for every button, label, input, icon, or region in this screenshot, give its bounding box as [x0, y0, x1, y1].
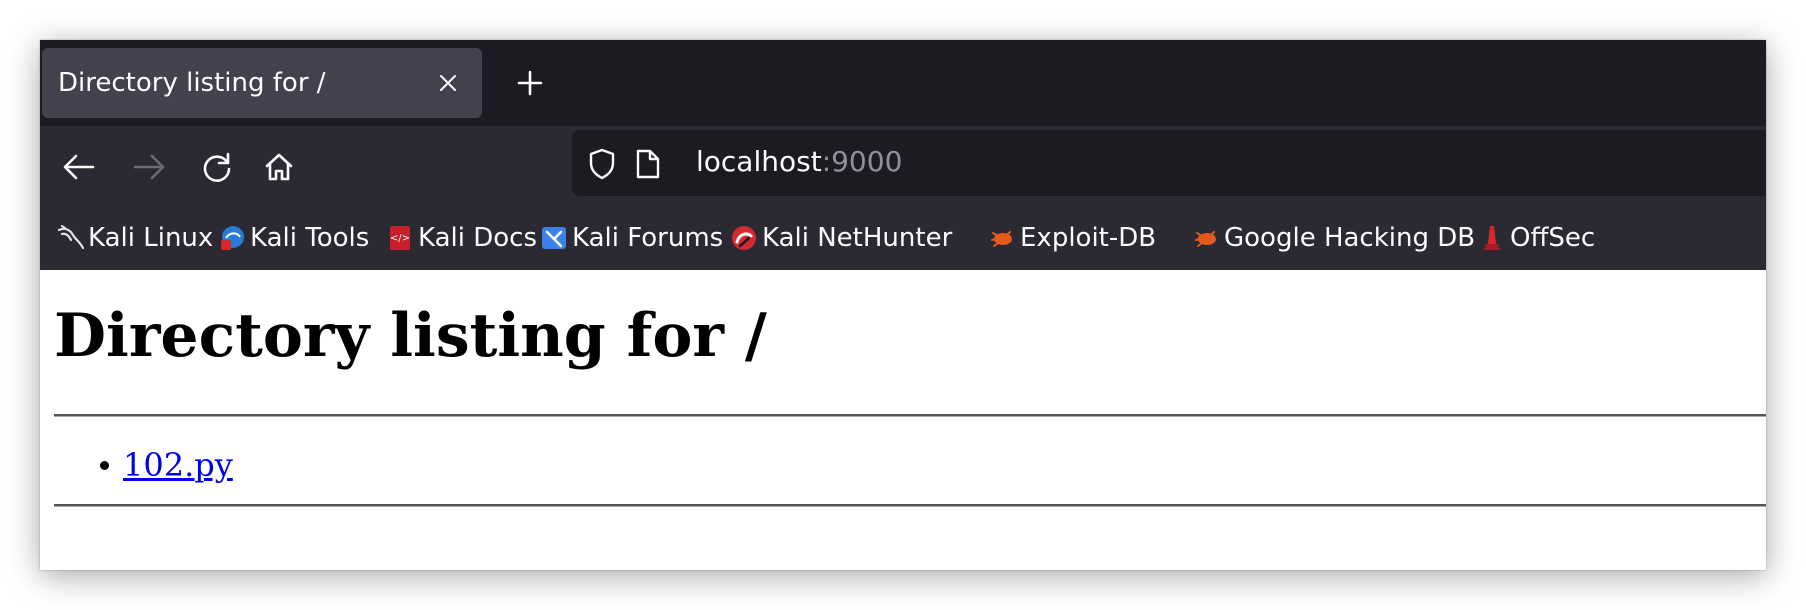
bookmark-google-hacking-db[interactable]: Google Hacking DB [1192, 220, 1475, 256]
bookmark-label: Exploit-DB [1020, 223, 1157, 253]
page-icon[interactable] [630, 146, 666, 182]
tab-strip: Directory listing for / [40, 40, 1766, 126]
bookmark-offsec[interactable]: OffSec [1478, 220, 1595, 256]
bookmark-kali-forums[interactable]: Kali Forums [540, 220, 723, 256]
bookmark-label: Kali Linux [88, 223, 214, 253]
ghdb-icon [1192, 224, 1220, 252]
file-list: 102.py [100, 446, 233, 484]
file-link[interactable]: 102.py [123, 446, 233, 484]
offsec-icon [1478, 224, 1506, 252]
exploit-db-icon [988, 224, 1016, 252]
navigation-toolbar: localhost:9000 [40, 126, 1766, 206]
arrow-left-icon [63, 154, 95, 180]
home-icon [265, 153, 293, 181]
bottom-divider [54, 504, 1766, 507]
url-text[interactable]: localhost:9000 [696, 145, 902, 178]
bookmark-kali-tools[interactable]: Kali Tools [218, 220, 369, 256]
browser-window: Directory listing for / localhost:9000 K… [40, 40, 1766, 570]
address-bar[interactable]: localhost:9000 [572, 130, 1766, 196]
page-content: Directory listing for / 102.py [40, 270, 1766, 570]
bookmark-label: Kali Docs [418, 223, 538, 253]
kali-docs-icon: </> [386, 224, 414, 252]
tab-title: Directory listing for / [58, 68, 326, 98]
bookmark-label: Kali Forums [572, 223, 724, 253]
bookmark-label: Google Hacking DB [1224, 223, 1476, 253]
top-divider [54, 414, 1766, 417]
bookmark-label: Kali Tools [250, 223, 370, 253]
reload-icon [203, 152, 231, 182]
forward-button[interactable] [126, 144, 172, 190]
bookmark-kali-nethunter[interactable]: Kali NetHunter [730, 220, 952, 256]
kali-nethunter-icon [730, 224, 758, 252]
bullet-icon [100, 460, 109, 470]
bookmark-label: OffSec [1510, 223, 1596, 253]
shield-icon[interactable] [584, 146, 620, 182]
list-item: 102.py [100, 446, 233, 484]
bookmarks-toolbar: Kali Linux Kali Tools </> Kali Docs Kali… [40, 206, 1766, 270]
bookmark-exploit-db[interactable]: Exploit-DB [988, 220, 1156, 256]
bookmark-label: Kali NetHunter [762, 223, 953, 253]
svg-text:</>: </> [390, 233, 410, 244]
url-host: localhost [696, 145, 822, 178]
bookmark-kali-linux[interactable]: Kali Linux [56, 220, 213, 256]
kali-dragon-icon [56, 224, 84, 252]
kali-tools-icon [218, 224, 246, 252]
home-button[interactable] [256, 144, 302, 190]
back-button[interactable] [56, 144, 102, 190]
close-tab-icon[interactable] [432, 67, 464, 99]
arrow-right-icon [133, 154, 165, 180]
plus-icon [517, 70, 543, 96]
new-tab-button[interactable] [506, 60, 554, 106]
bookmark-kali-docs[interactable]: </> Kali Docs [386, 220, 537, 256]
page-title: Directory listing for / [54, 301, 767, 371]
reload-button[interactable] [194, 144, 240, 190]
url-port: :9000 [821, 145, 903, 178]
kali-forums-icon [540, 224, 568, 252]
tab-directory-listing[interactable]: Directory listing for / [42, 48, 482, 118]
